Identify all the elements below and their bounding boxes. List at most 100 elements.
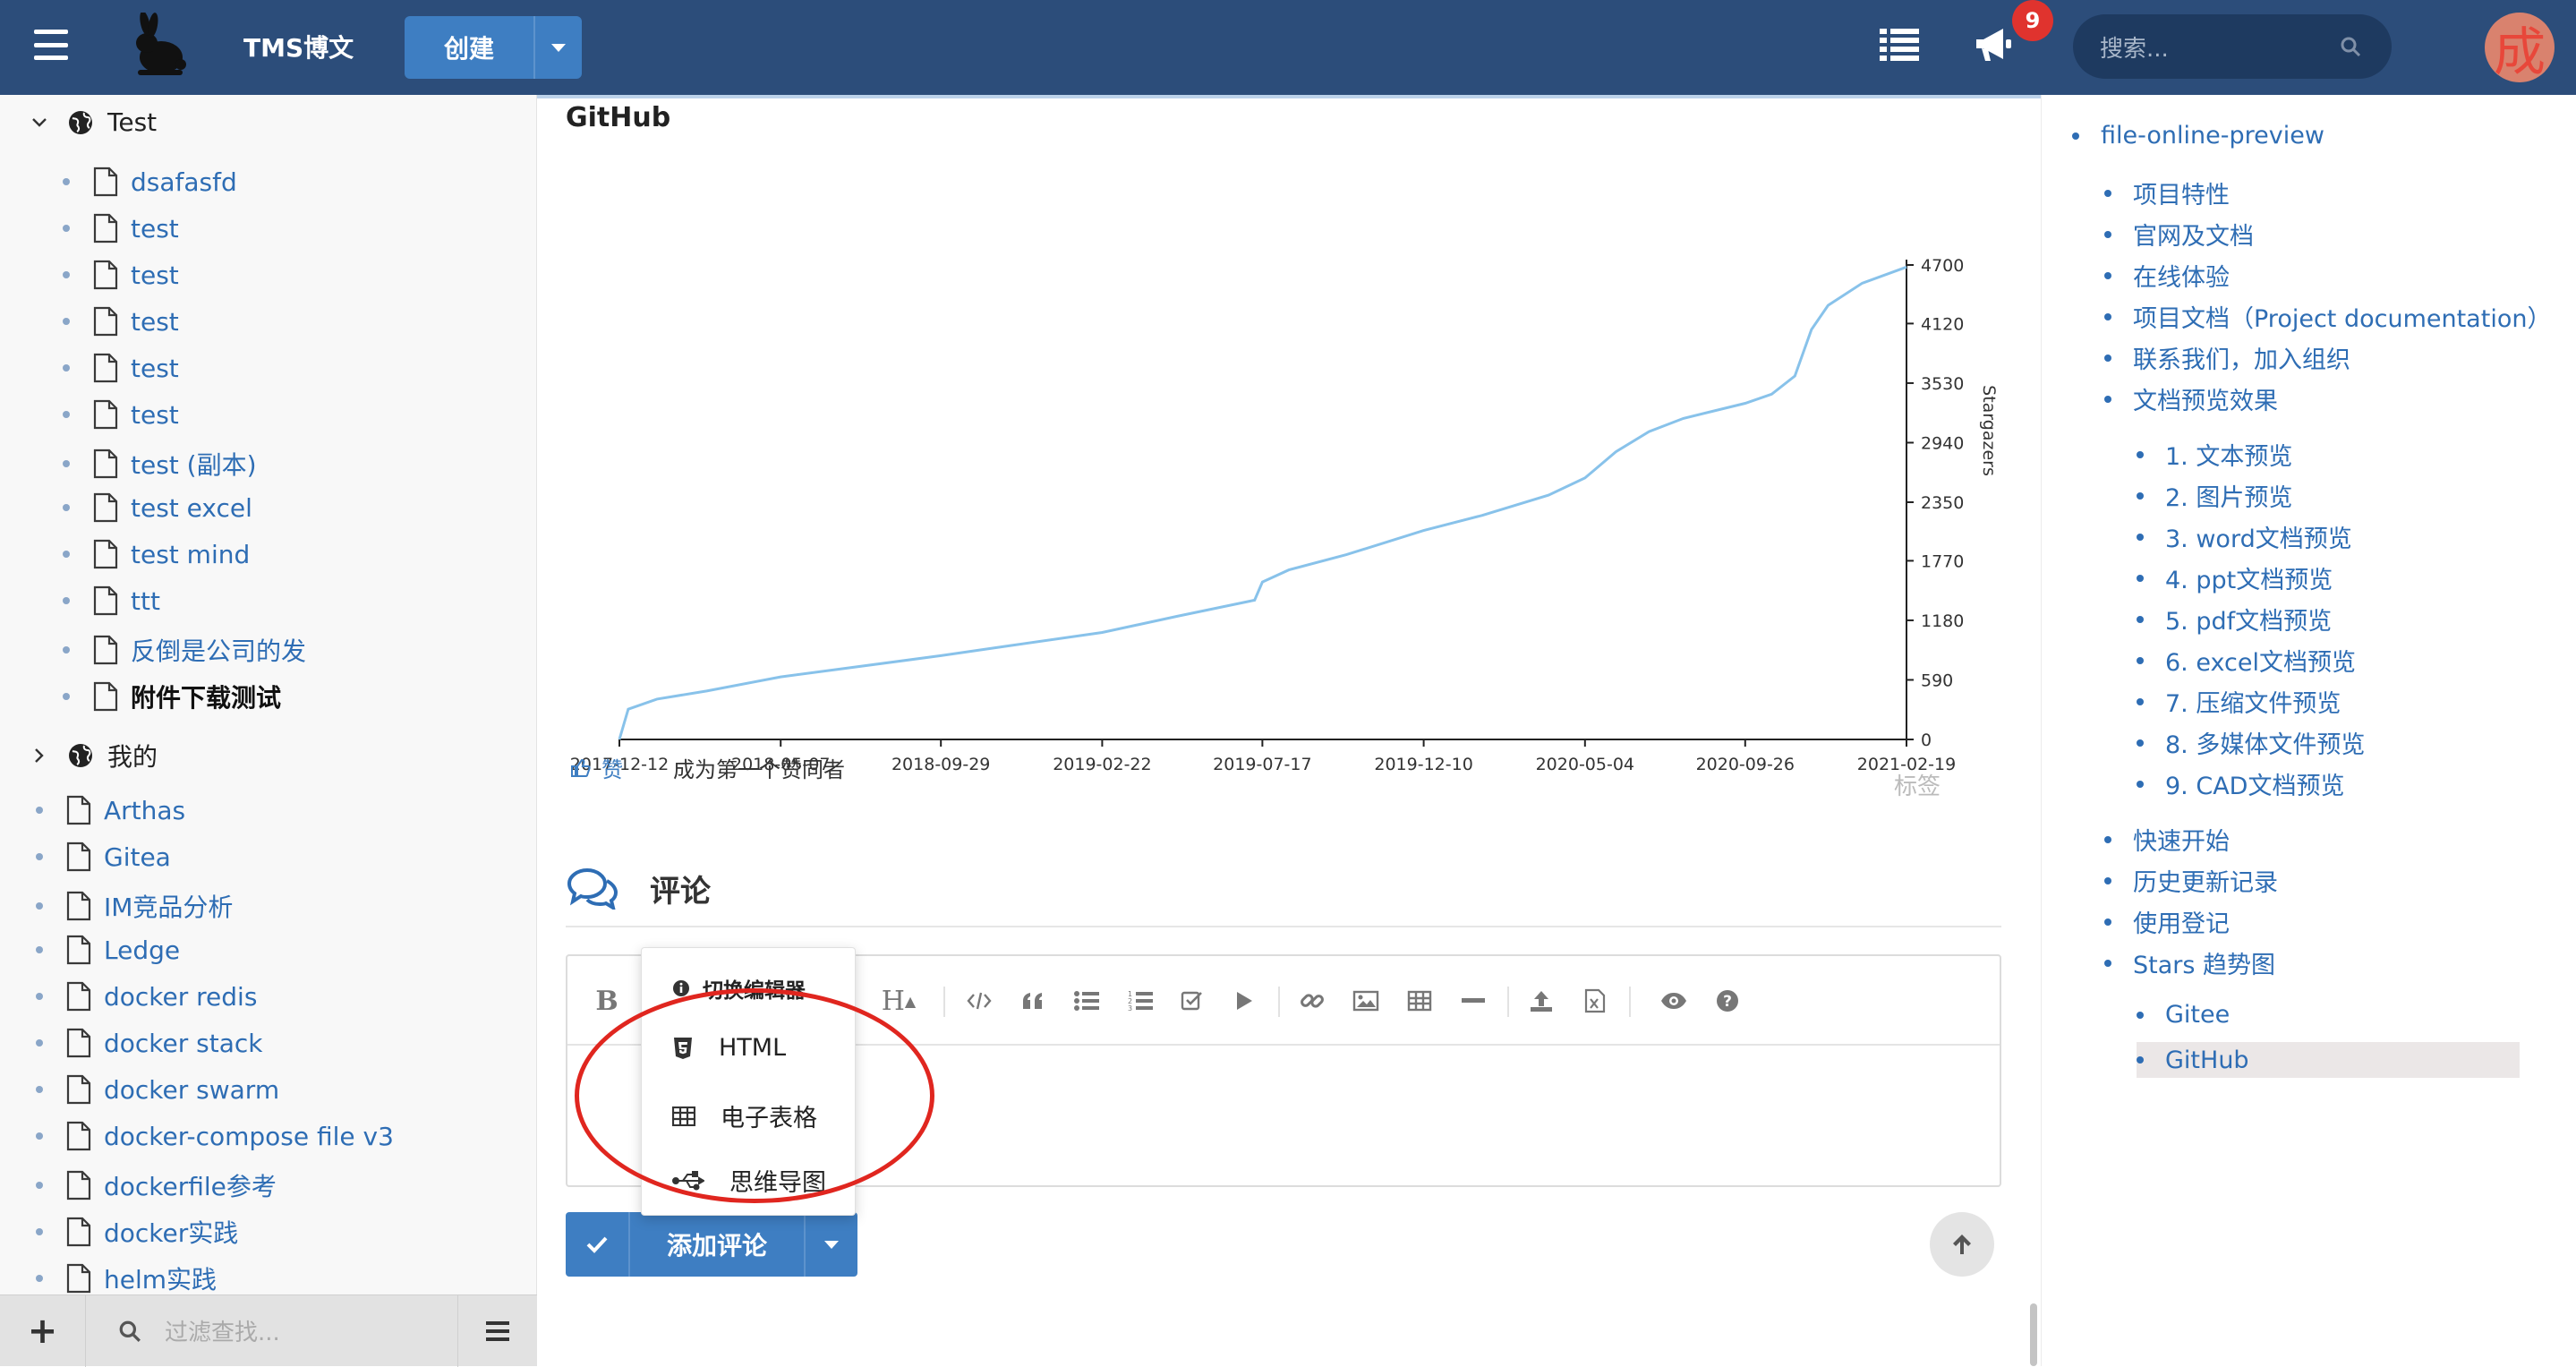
tree-item[interactable]: docker swarm xyxy=(36,1074,279,1105)
code-icon[interactable] xyxy=(961,983,997,1019)
tree-item[interactable]: docker实践 xyxy=(36,1214,238,1250)
tree-item[interactable]: test excel xyxy=(63,492,252,523)
search-input[interactable]: 搜索... xyxy=(2073,14,2392,79)
toc-item-label[interactable]: 快速开始 xyxy=(2133,822,2230,857)
create-button[interactable]: 创建 xyxy=(405,16,582,79)
tree-group-label[interactable]: Test xyxy=(107,107,157,137)
toc-item-label[interactable]: 9. CAD文档预览 xyxy=(2165,766,2344,801)
tree-item[interactable]: test xyxy=(63,260,179,290)
toc-item-label[interactable]: 联系我们，加入组织 xyxy=(2133,340,2350,375)
toc-item-label[interactable]: file-online-preview xyxy=(2101,122,2324,150)
play-icon[interactable] xyxy=(1226,983,1262,1019)
tree-item-label[interactable]: dsafasfd xyxy=(131,167,237,197)
tree-item-label[interactable]: test xyxy=(131,400,179,430)
toc-item-label[interactable]: Stars 趋势图 xyxy=(2133,945,2275,980)
tree-item-label[interactable]: test mind xyxy=(131,540,250,569)
add-comment-label[interactable]: 添加评论 xyxy=(630,1212,804,1277)
tree-item[interactable]: test xyxy=(63,306,179,337)
toc-item[interactable]: 历史更新记录 xyxy=(2104,863,2278,898)
toc-item[interactable]: 6. excel文档预览 xyxy=(2137,643,2356,678)
tree-item[interactable]: docker redis xyxy=(36,981,257,1012)
tree-item-label[interactable]: helm实践 xyxy=(104,1260,217,1296)
tree-item[interactable]: docker-compose file v3 xyxy=(36,1121,394,1151)
tree-item[interactable]: IM竞品分析 xyxy=(36,888,233,924)
toc-item-label[interactable]: 3. word文档预览 xyxy=(2165,519,2352,554)
tree-item-label[interactable]: 反倒是公司的发 xyxy=(131,632,306,668)
add-comment-button[interactable]: 添加评论 xyxy=(566,1212,857,1277)
create-button-label[interactable]: 创建 xyxy=(405,16,533,79)
tree-group-0[interactable]: Test xyxy=(30,107,157,137)
toc-item[interactable]: file-online-preview xyxy=(2072,122,2324,150)
toc-item-label[interactable]: 项目文档（Project documentation） xyxy=(2133,299,2551,334)
toc-item[interactable]: 使用登记 xyxy=(2104,904,2230,939)
toc-item[interactable]: 官网及文档 xyxy=(2104,217,2254,252)
tree-item[interactable]: helm实践 xyxy=(36,1260,217,1296)
toc-item-label[interactable]: 项目特性 xyxy=(2133,175,2230,210)
tree-item-label[interactable]: test excel xyxy=(131,493,252,523)
search-icon[interactable] xyxy=(2340,36,2361,57)
tree-group-1[interactable]: 我的 xyxy=(30,738,158,773)
tree-item-label[interactable]: docker swarm xyxy=(104,1075,279,1105)
toc-item[interactable]: Stars 趋势图 xyxy=(2104,945,2275,980)
tree-item[interactable]: 附件下载测试 xyxy=(63,679,281,714)
toc-item-label[interactable]: 1. 文本预览 xyxy=(2165,437,2292,472)
tree-item-label[interactable]: Ledge xyxy=(104,936,180,965)
link-icon[interactable] xyxy=(1294,983,1330,1019)
quote-icon[interactable] xyxy=(1015,983,1051,1019)
menu-toggle-icon[interactable] xyxy=(34,30,68,60)
toc-item-label[interactable]: 历史更新记录 xyxy=(2133,863,2278,898)
toc-item[interactable]: 项目特性 xyxy=(2104,175,2230,210)
tree-item-label[interactable]: docker stack xyxy=(104,1029,263,1058)
list-icon[interactable] xyxy=(1880,27,1919,63)
toc-item[interactable]: GitHub xyxy=(2137,1042,2520,1078)
tree-item[interactable]: Gitea xyxy=(36,842,171,872)
tree-item-label[interactable]: Gitea xyxy=(104,842,171,872)
tree-item-label[interactable]: test (副本) xyxy=(131,446,257,482)
upload-icon[interactable] xyxy=(1523,983,1559,1019)
toc-item-label[interactable]: 官网及文档 xyxy=(2133,217,2254,252)
tree-item-label[interactable]: ttt xyxy=(131,586,160,616)
toc-item[interactable]: 3. word文档预览 xyxy=(2137,519,2352,554)
toc-item[interactable]: 1. 文本预览 xyxy=(2137,437,2292,472)
help-icon[interactable]: ? xyxy=(1710,983,1745,1019)
thumbs-up-icon[interactable] xyxy=(569,757,591,779)
user-avatar[interactable]: 成 xyxy=(2485,13,2555,82)
tree-item[interactable]: docker stack xyxy=(36,1028,263,1058)
tree-item[interactable]: ttt xyxy=(63,585,160,616)
toc-item[interactable]: 7. 压缩文件预览 xyxy=(2137,684,2341,719)
tree-item-label[interactable]: docker-compose file v3 xyxy=(104,1122,394,1151)
chevron-down-icon[interactable] xyxy=(30,114,48,132)
toc-item[interactable]: 9. CAD文档预览 xyxy=(2137,766,2344,801)
chevron-right-icon[interactable] xyxy=(30,747,48,765)
toc-item[interactable]: 项目文档（Project documentation） xyxy=(2104,299,2551,334)
toc-item-label[interactable]: 使用登记 xyxy=(2133,904,2230,939)
tree-item-label[interactable]: test xyxy=(131,261,179,290)
brand-title[interactable]: TMS博文 xyxy=(243,29,354,64)
ordered-list-icon[interactable]: 123 xyxy=(1122,983,1158,1019)
toc-item[interactable]: 4. ppt文档预览 xyxy=(2137,560,2333,595)
tree-item-label[interactable]: test xyxy=(131,214,179,243)
check-icon[interactable] xyxy=(566,1212,630,1277)
bullet-list-icon[interactable] xyxy=(1069,983,1105,1019)
toc-item-label[interactable]: 4. ppt文档预览 xyxy=(2165,560,2333,595)
tree-item-label[interactable]: 附件下载测试 xyxy=(131,679,281,714)
tree-item-label[interactable]: dockerfile参考 xyxy=(104,1167,277,1203)
notification-badge[interactable]: 9 xyxy=(2012,0,2053,41)
megaphone-icon[interactable] xyxy=(1973,25,2014,64)
tree-item-label[interactable]: IM竞品分析 xyxy=(104,888,233,924)
toc-item-label[interactable]: Gitee xyxy=(2165,1001,2230,1029)
tree-item-label[interactable]: test xyxy=(131,307,179,337)
create-dropdown-icon[interactable] xyxy=(533,16,582,79)
like-button-label[interactable]: 赞 xyxy=(601,752,623,783)
tree-item-label[interactable]: docker实践 xyxy=(104,1214,238,1250)
tree-item[interactable]: test xyxy=(63,213,179,243)
image-icon[interactable] xyxy=(1348,983,1384,1019)
toc-item-label[interactable]: 文档预览效果 xyxy=(2133,381,2278,416)
tree-item[interactable]: 反倒是公司的发 xyxy=(63,632,306,668)
rabbit-logo-icon[interactable] xyxy=(125,13,193,81)
tree-item[interactable]: dockerfile参考 xyxy=(36,1167,277,1203)
task-list-icon[interactable] xyxy=(1174,983,1210,1019)
toc-item-label[interactable]: 在线体验 xyxy=(2133,258,2230,293)
toc-item-label[interactable]: 2. 图片预览 xyxy=(2165,478,2292,513)
back-to-top-button[interactable] xyxy=(1930,1212,1994,1277)
